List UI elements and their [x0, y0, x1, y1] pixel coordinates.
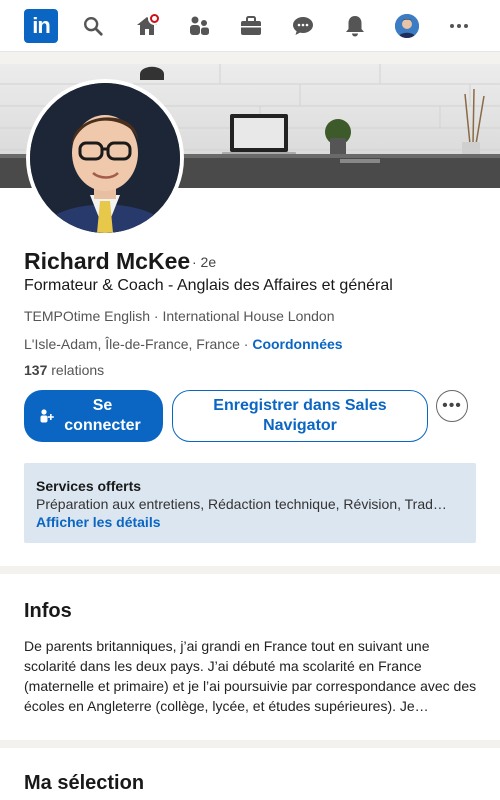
services-details-link[interactable]: Afficher les détails: [36, 513, 464, 531]
location-separator: ·: [239, 336, 253, 352]
services-description: Préparation aux entretiens, Rédaction te…: [36, 496, 447, 512]
notification-badge: [148, 12, 161, 25]
infos-title: Infos: [24, 600, 72, 622]
profile-company[interactable]: TEMPOtime English · International House …: [24, 308, 335, 324]
linkedin-logo-icon[interactable]: in: [24, 9, 58, 43]
profile-headline: Formateur & Coach - Anglais des Affaires…: [24, 277, 393, 294]
search-icon[interactable]: [77, 10, 109, 42]
ellipsis-icon: •••: [442, 397, 462, 414]
profile-location: L'Isle-Adam, Île-de-France, France · Coo…: [24, 336, 343, 352]
relations-count[interactable]: 137 relations: [24, 362, 104, 378]
connect-label: Se connecter: [64, 397, 141, 434]
selection-card: Ma sélection: [0, 748, 500, 800]
more-icon[interactable]: [443, 10, 475, 42]
more-actions-button[interactable]: •••: [436, 390, 468, 422]
avatar: [395, 14, 419, 38]
connect-button[interactable]: Se connecter: [24, 390, 163, 442]
infos-text[interactable]: De parents britanniques, j’ai grandi en …: [24, 636, 479, 716]
contact-info-link[interactable]: Coordonnées: [252, 336, 342, 352]
profile-name: Richard McKee: [24, 248, 191, 274]
messaging-icon[interactable]: [287, 10, 319, 42]
services-panel[interactable]: Services offerts Préparation aux entreti…: [24, 463, 476, 543]
add-person-icon: [39, 408, 55, 429]
me-avatar[interactable]: [391, 10, 423, 42]
profile-photo[interactable]: [26, 79, 184, 237]
home-icon[interactable]: [131, 10, 163, 42]
relations-label: relations: [47, 362, 105, 378]
notifications-icon[interactable]: [339, 10, 371, 42]
services-title: Services offerts: [36, 478, 142, 494]
location-text: L'Isle-Adam, Île-de-France, France: [24, 336, 240, 352]
save-sales-navigator-button[interactable]: Enregistrer dans Sales Navigator: [172, 390, 428, 442]
infos-card: Infos De parents britanniques, j’ai gran…: [0, 574, 500, 740]
network-icon[interactable]: [183, 10, 215, 42]
selection-title: Ma sélection: [24, 772, 145, 794]
relations-number: 137: [24, 362, 48, 378]
top-nav: in: [0, 0, 500, 52]
connection-degree: · 2e: [192, 254, 217, 270]
profile-card: Richard McKee · 2e Formateur & Coach - A…: [0, 64, 500, 566]
jobs-icon[interactable]: [235, 10, 267, 42]
